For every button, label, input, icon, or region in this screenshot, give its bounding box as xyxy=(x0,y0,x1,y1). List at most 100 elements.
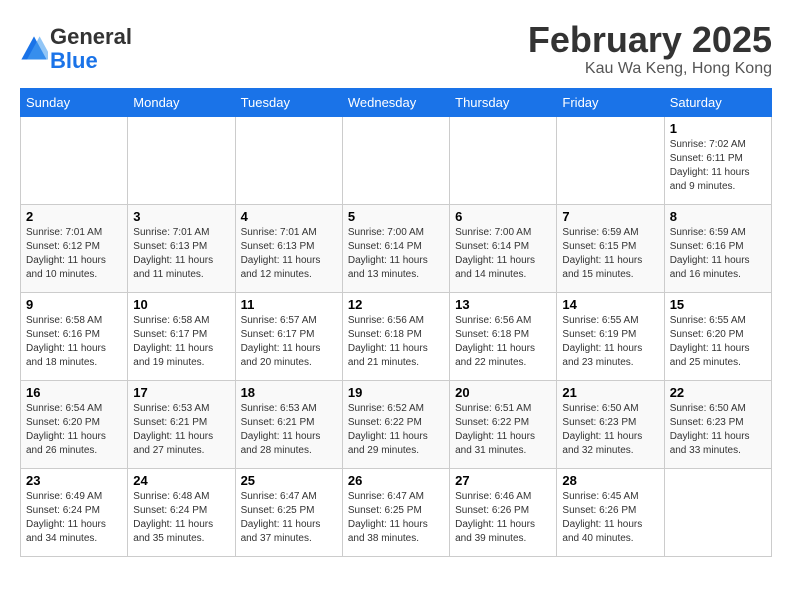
day-info: Sunrise: 6:53 AMSunset: 6:21 PMDaylight:… xyxy=(241,402,337,458)
table-cell: 20 Sunrise: 6:51 AMSunset: 6:22 PMDayligh… xyxy=(450,380,557,468)
day-info: Sunrise: 6:51 AMSunset: 6:22 PMDaylight:… xyxy=(455,402,551,458)
day-info: Sunrise: 7:00 AMSunset: 6:14 PMDaylight:… xyxy=(348,226,444,282)
day-number: 2 xyxy=(26,209,122,224)
calendar-table: Sunday Monday Tuesday Wednesday Thursday… xyxy=(20,88,772,557)
table-cell: 28 Sunrise: 6:45 AMSunset: 6:26 PMDayligh… xyxy=(557,468,664,556)
day-info: Sunrise: 6:53 AMSunset: 6:21 PMDaylight:… xyxy=(133,402,229,458)
day-info: Sunrise: 6:56 AMSunset: 6:18 PMDaylight:… xyxy=(348,314,444,370)
table-cell xyxy=(664,468,771,556)
table-cell: 9 Sunrise: 6:58 AMSunset: 6:16 PMDaylight… xyxy=(21,292,128,380)
day-number: 4 xyxy=(241,209,337,224)
table-cell: 5Sunrise: 7:00 AMSunset: 6:14 PMDaylight… xyxy=(342,204,449,292)
header-friday: Friday xyxy=(557,88,664,116)
day-info: Sunrise: 6:47 AMSunset: 6:25 PMDaylight:… xyxy=(241,490,337,546)
day-info: Sunrise: 6:59 AMSunset: 6:16 PMDaylight:… xyxy=(670,226,766,282)
day-number: 20 xyxy=(455,385,551,400)
day-number: 7 xyxy=(562,209,658,224)
day-number: 1 xyxy=(670,121,766,136)
table-cell: 6 Sunrise: 7:00 AMSunset: 6:14 PMDaylight… xyxy=(450,204,557,292)
table-cell: 13Sunrise: 6:56 AMSunset: 6:18 PMDayligh… xyxy=(450,292,557,380)
header-thursday: Thursday xyxy=(450,88,557,116)
day-number: 26 xyxy=(348,473,444,488)
day-number: 6 xyxy=(455,209,551,224)
table-cell: 24 Sunrise: 6:48 AMSunset: 6:24 PMDayligh… xyxy=(128,468,235,556)
week-row-5: 23Sunrise: 6:49 AMSunset: 6:24 PMDayligh… xyxy=(21,468,772,556)
day-info: Sunrise: 6:47 AMSunset: 6:25 PMDaylight:… xyxy=(348,490,444,546)
day-number: 21 xyxy=(562,385,658,400)
header-sunday: Sunday xyxy=(21,88,128,116)
table-cell: 14 Sunrise: 6:55 AMSunset: 6:19 PMDayligh… xyxy=(557,292,664,380)
week-row-2: 2Sunrise: 7:01 AMSunset: 6:12 PMDaylight… xyxy=(21,204,772,292)
day-info: Sunrise: 6:50 AMSunset: 6:23 PMDaylight:… xyxy=(562,402,658,458)
table-cell: 8 Sunrise: 6:59 AMSunset: 6:16 PMDaylight… xyxy=(664,204,771,292)
day-info: Sunrise: 6:57 AMSunset: 6:17 PMDaylight:… xyxy=(241,314,337,370)
calendar-title: February 2025 xyxy=(528,20,772,60)
day-info: Sunrise: 6:45 AMSunset: 6:26 PMDaylight:… xyxy=(562,490,658,546)
day-info: Sunrise: 6:58 AMSunset: 6:16 PMDaylight:… xyxy=(26,314,122,370)
day-number: 16 xyxy=(26,385,122,400)
table-cell: 1 Sunrise: 7:02 AMSunset: 6:11 PMDaylight… xyxy=(664,116,771,204)
day-info: Sunrise: 6:56 AMSunset: 6:18 PMDaylight:… xyxy=(455,314,551,370)
table-cell xyxy=(128,116,235,204)
day-info: Sunrise: 6:49 AMSunset: 6:24 PMDaylight:… xyxy=(26,490,122,546)
table-cell xyxy=(557,116,664,204)
table-cell: 15 Sunrise: 6:55 AMSunset: 6:20 PMDayligh… xyxy=(664,292,771,380)
day-number: 15 xyxy=(670,297,766,312)
day-number: 12 xyxy=(348,297,444,312)
table-cell xyxy=(342,116,449,204)
day-number: 28 xyxy=(562,473,658,488)
table-cell xyxy=(450,116,557,204)
table-cell: 4 Sunrise: 7:01 AMSunset: 6:13 PMDaylight… xyxy=(235,204,342,292)
day-info: Sunrise: 7:01 AMSunset: 6:13 PMDaylight:… xyxy=(241,226,337,282)
day-number: 25 xyxy=(241,473,337,488)
day-number: 17 xyxy=(133,385,229,400)
table-cell xyxy=(235,116,342,204)
weekday-header-row: Sunday Monday Tuesday Wednesday Thursday… xyxy=(21,88,772,116)
day-number: 8 xyxy=(670,209,766,224)
logo: General Blue xyxy=(20,25,132,73)
day-number: 3 xyxy=(133,209,229,224)
day-number: 9 xyxy=(26,297,122,312)
day-info: Sunrise: 6:50 AMSunset: 6:23 PMDaylight:… xyxy=(670,402,766,458)
day-info: Sunrise: 6:55 AMSunset: 6:19 PMDaylight:… xyxy=(562,314,658,370)
table-cell: 22 Sunrise: 6:50 AMSunset: 6:23 PMDayligh… xyxy=(664,380,771,468)
title-section: February 2025 Kau Wa Keng, Hong Kong xyxy=(528,20,772,78)
day-info: Sunrise: 7:00 AMSunset: 6:14 PMDaylight:… xyxy=(455,226,551,282)
week-row-3: 9 Sunrise: 6:58 AMSunset: 6:16 PMDaylight… xyxy=(21,292,772,380)
logo-line1: General xyxy=(50,24,132,49)
table-cell: 23Sunrise: 6:49 AMSunset: 6:24 PMDayligh… xyxy=(21,468,128,556)
logo-icon xyxy=(20,35,48,63)
day-info: Sunrise: 7:02 AMSunset: 6:11 PMDaylight:… xyxy=(670,138,766,194)
table-cell: 3Sunrise: 7:01 AMSunset: 6:13 PMDaylight… xyxy=(128,204,235,292)
day-number: 19 xyxy=(348,385,444,400)
day-number: 10 xyxy=(133,297,229,312)
table-cell: 2Sunrise: 7:01 AMSunset: 6:12 PMDaylight… xyxy=(21,204,128,292)
day-info: Sunrise: 6:59 AMSunset: 6:15 PMDaylight:… xyxy=(562,226,658,282)
table-cell: 12 Sunrise: 6:56 AMSunset: 6:18 PMDayligh… xyxy=(342,292,449,380)
page-header: General Blue February 2025 Kau Wa Keng, … xyxy=(20,20,772,78)
header-wednesday: Wednesday xyxy=(342,88,449,116)
table-cell: 7 Sunrise: 6:59 AMSunset: 6:15 PMDaylight… xyxy=(557,204,664,292)
header-monday: Monday xyxy=(128,88,235,116)
day-info: Sunrise: 6:58 AMSunset: 6:17 PMDaylight:… xyxy=(133,314,229,370)
day-info: Sunrise: 6:52 AMSunset: 6:22 PMDaylight:… xyxy=(348,402,444,458)
table-cell: 18 Sunrise: 6:53 AMSunset: 6:21 PMDayligh… xyxy=(235,380,342,468)
day-number: 24 xyxy=(133,473,229,488)
table-cell: 16Sunrise: 6:54 AMSunset: 6:20 PMDayligh… xyxy=(21,380,128,468)
table-cell: 19 Sunrise: 6:52 AMSunset: 6:22 PMDayligh… xyxy=(342,380,449,468)
day-info: Sunrise: 6:55 AMSunset: 6:20 PMDaylight:… xyxy=(670,314,766,370)
week-row-1: 1 Sunrise: 7:02 AMSunset: 6:11 PMDaylight… xyxy=(21,116,772,204)
table-cell: 21 Sunrise: 6:50 AMSunset: 6:23 PMDayligh… xyxy=(557,380,664,468)
table-cell xyxy=(21,116,128,204)
day-number: 18 xyxy=(241,385,337,400)
day-info: Sunrise: 6:46 AMSunset: 6:26 PMDaylight:… xyxy=(455,490,551,546)
header-saturday: Saturday xyxy=(664,88,771,116)
table-cell: 10 Sunrise: 6:58 AMSunset: 6:17 PMDayligh… xyxy=(128,292,235,380)
day-number: 27 xyxy=(455,473,551,488)
table-cell: 26 Sunrise: 6:47 AMSunset: 6:25 PMDayligh… xyxy=(342,468,449,556)
day-number: 22 xyxy=(670,385,766,400)
day-info: Sunrise: 6:48 AMSunset: 6:24 PMDaylight:… xyxy=(133,490,229,546)
day-number: 14 xyxy=(562,297,658,312)
table-cell: 27 Sunrise: 6:46 AMSunset: 6:26 PMDayligh… xyxy=(450,468,557,556)
day-number: 11 xyxy=(241,297,337,312)
